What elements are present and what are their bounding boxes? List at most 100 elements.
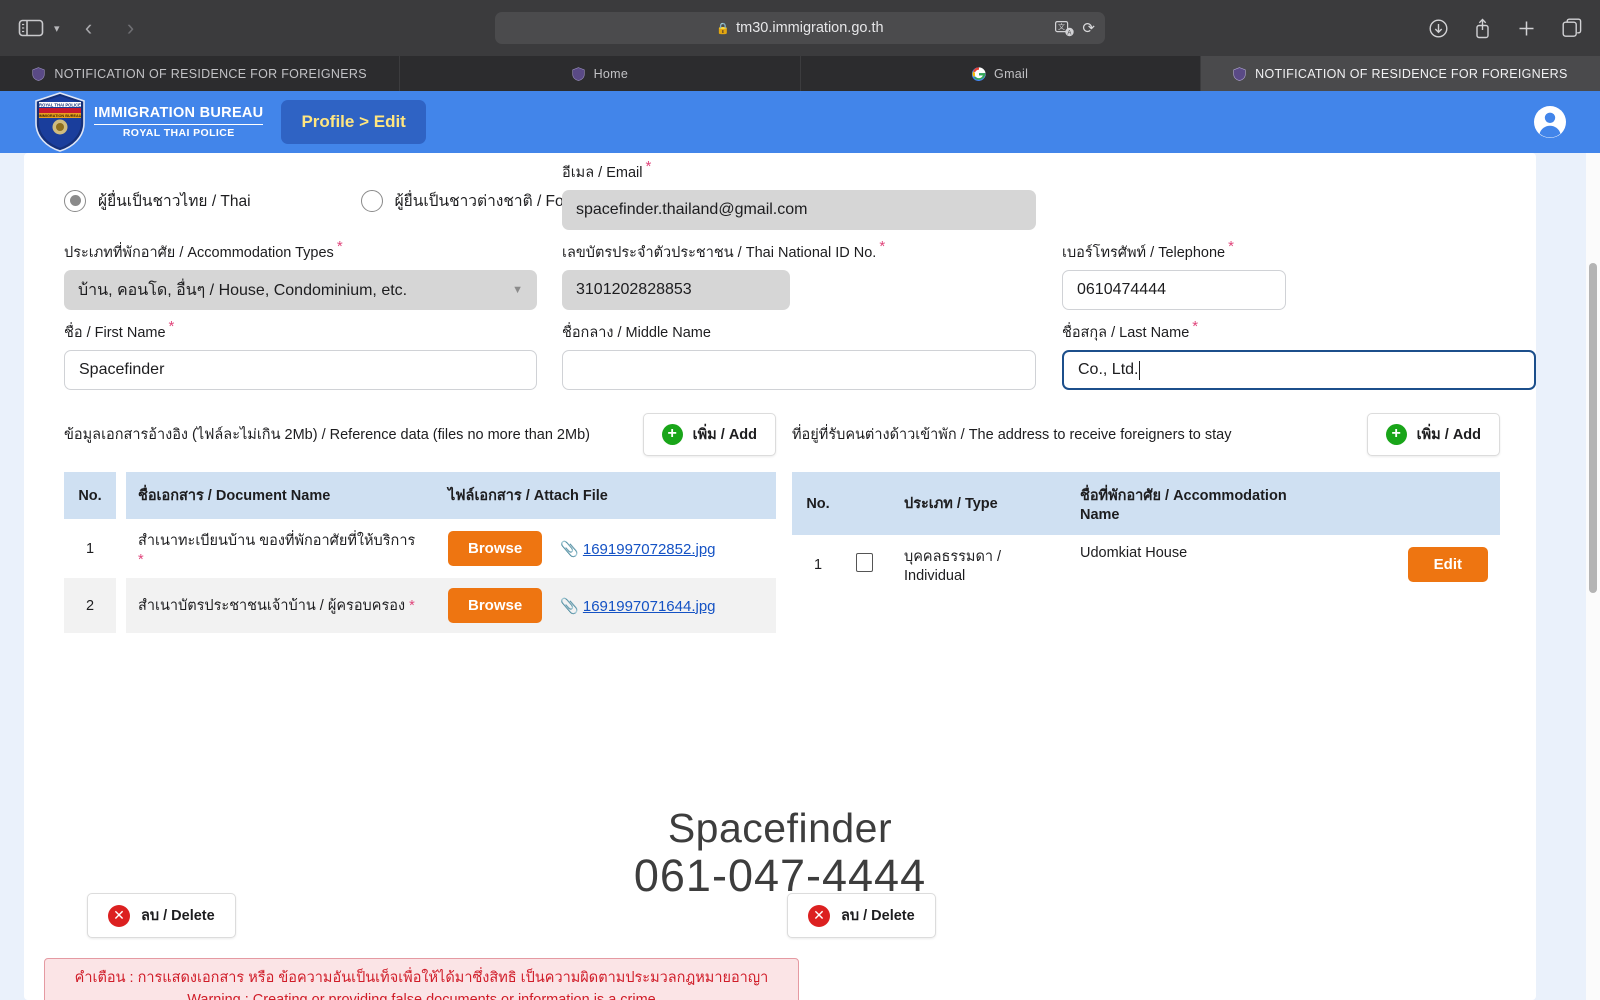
- field-last-name: ชื่อสกุล / Last Name * Co., Ltd.: [1062, 318, 1536, 390]
- svg-text:A: A: [1068, 30, 1072, 36]
- required-marker: *: [168, 318, 175, 335]
- shield-favicon-icon: [571, 66, 585, 81]
- table-header-row: No. ชื่อเอกสาร / Document Name ไฟล์เอกสา…: [64, 472, 776, 519]
- table-row: 1 บุคคลธรรมดา / Individual Udomkiat Hous…: [792, 535, 1500, 594]
- org-line-1: IMMIGRATION BUREAU: [94, 105, 264, 125]
- site-org-name: IMMIGRATION BUREAU ROYAL THAI POLICE: [94, 105, 264, 139]
- attached-file-link[interactable]: 1691997072852.jpg: [583, 541, 716, 558]
- required-marker: *: [645, 158, 652, 175]
- address-section: ที่อยู่ที่รับคนต่างด้าวเข้าพัก / The add…: [792, 413, 1500, 594]
- radio-thai-label: ผู้ยื่นเป็นชาวไทย / Thai: [98, 193, 251, 210]
- browse-button[interactable]: Browse: [448, 588, 543, 623]
- delete-label: ลบ / Delete: [841, 908, 915, 924]
- reload-icon[interactable]: ⟳: [1082, 19, 1095, 37]
- user-account-icon[interactable]: [1532, 104, 1568, 140]
- browser-tab-label: Gmail: [994, 66, 1029, 81]
- row-no: 2: [64, 578, 116, 633]
- accommodation-types-value: บ้าน, คอนโด, อื่นๆ / House, Condominium,…: [78, 281, 408, 299]
- radio-thai-icon[interactable]: [64, 189, 86, 212]
- org-line-2: ROYAL THAI POLICE: [122, 126, 235, 139]
- share-icon[interactable]: [1474, 17, 1491, 39]
- first-name-input[interactable]: Spacefinder: [64, 350, 537, 390]
- plus-icon[interactable]: [1517, 19, 1536, 38]
- shield-favicon-icon: [32, 66, 45, 81]
- browser-toolbar: ▾ ‹ › 🔒 tm30.immigration.go.th 文A ⟳: [0, 0, 1600, 56]
- field-middle-name: ชื่อกลาง / Middle Name: [562, 321, 1036, 390]
- watermark: Spacefinder 061-047-4444: [24, 808, 1536, 901]
- text-caret: [1139, 360, 1141, 380]
- table-row: 2 สำเนาบัตรประชาชนเจ้าบ้าน / ผู้ครอบครอง…: [64, 578, 776, 633]
- accommodation-types-label: ประเภทที่พักอาศัย / Accommodation Types *: [64, 238, 343, 261]
- back-arrow-icon[interactable]: ‹: [76, 17, 102, 39]
- breadcrumb[interactable]: Profile > Edit: [281, 100, 426, 144]
- national-id-input[interactable]: 3101202828853: [562, 270, 790, 310]
- col-no: No.: [792, 472, 844, 535]
- attached-file-link[interactable]: 1691997071644.jpg: [583, 598, 716, 615]
- radio-thai[interactable]: ผู้ยื่นเป็นชาวไทย / Thai: [64, 188, 251, 213]
- col-attach-file: ไฟล์เอกสาร / Attach File: [436, 472, 776, 519]
- address-add-button[interactable]: + เพิ่ม / Add: [1366, 413, 1500, 456]
- address-delete-button[interactable]: ✕ ลบ / Delete: [787, 893, 936, 938]
- row-type: บุคคลธรรมดา / Individual: [904, 549, 1002, 584]
- browser-window: ▾ ‹ › 🔒 tm30.immigration.go.th 文A ⟳ NOTI…: [0, 0, 1600, 1000]
- download-icon[interactable]: [1429, 18, 1448, 38]
- row-checkbox[interactable]: [856, 553, 873, 572]
- paperclip-icon: 📎: [560, 540, 579, 558]
- reference-data-add-button[interactable]: + เพิ่ม / Add: [642, 413, 776, 456]
- warning-box: คำเตือน : การแสดงเอกสาร หรือ ข้อความอันเ…: [44, 958, 799, 1000]
- browser-tab-4-active[interactable]: NOTIFICATION OF RESIDENCE FOR FOREIGNERS: [1200, 56, 1600, 91]
- site-header: ROYAL THAI POLICE IMMIGRATION BUREAU IMM…: [0, 91, 1600, 153]
- accommodation-types-select[interactable]: บ้าน, คอนโด, อื่นๆ / House, Condominium,…: [64, 270, 537, 310]
- col-spacer: [116, 472, 126, 519]
- middle-name-input[interactable]: [562, 350, 1036, 390]
- row-document-name: สำเนาบัตรประชาชนเจ้าบ้าน / ผู้ครอบครอง *: [126, 578, 436, 633]
- page-scrollbar-thumb[interactable]: [1589, 263, 1597, 593]
- last-name-input[interactable]: Co., Ltd.: [1062, 350, 1536, 390]
- paperclip-icon: 📎: [560, 597, 579, 615]
- svg-text:IMMIGRATION BUREAU: IMMIGRATION BUREAU: [39, 114, 82, 118]
- translate-icon[interactable]: 文A: [1055, 20, 1075, 36]
- address-title: ที่อยู่ที่รับคนต่างด้าวเข้าพัก / The add…: [792, 427, 1232, 443]
- chevron-down-icon[interactable]: ▾: [54, 22, 60, 35]
- row-actions: Edit: [1314, 535, 1500, 594]
- gmail-favicon-icon: [971, 66, 986, 81]
- page-scrollbar-track[interactable]: [1586, 153, 1600, 1000]
- field-first-name: ชื่อ / First Name * Spacefinder: [64, 318, 537, 390]
- address-bar[interactable]: 🔒 tm30.immigration.go.th 文A ⟳: [495, 12, 1105, 44]
- field-national-id: เลขบัตรประจำตัวประชาชน / Thai National I…: [562, 238, 1036, 310]
- radio-foreigner-icon[interactable]: [360, 189, 383, 212]
- browser-tab-1[interactable]: NOTIFICATION OF RESIDENCE FOR FOREIGNERS: [0, 56, 401, 91]
- last-name-value: Co., Ltd.: [1078, 361, 1139, 378]
- row-attach-cell: Browse 📎 1691997071644.jpg: [436, 578, 776, 633]
- required-marker: *: [1192, 318, 1199, 335]
- telephone-input[interactable]: 0610474444: [1062, 270, 1286, 310]
- col-accommodation-name: ชื่อที่พักอาศัย / Accommodation Name: [1068, 472, 1314, 535]
- sidebar-icon[interactable]: [18, 17, 44, 39]
- lock-icon: 🔒: [716, 22, 731, 35]
- browser-tabbar: NOTIFICATION OF RESIDENCE FOR FOREIGNERS…: [0, 56, 1600, 91]
- browse-button[interactable]: Browse: [448, 531, 543, 566]
- col-document-name: ชื่อเอกสาร / Document Name: [126, 472, 436, 519]
- tab-overview-icon[interactable]: [1562, 18, 1582, 38]
- watermark-phone: 061-047-4444: [633, 850, 927, 901]
- edit-button[interactable]: Edit: [1407, 547, 1488, 582]
- email-input[interactable]: spacefinder.thailand@gmail.com: [562, 190, 1036, 230]
- browser-tab-3[interactable]: Gmail: [801, 56, 1201, 91]
- row-checkbox-cell: [844, 535, 892, 594]
- browser-tab-label: NOTIFICATION OF RESIDENCE FOR FOREIGNERS: [1255, 66, 1568, 81]
- reference-data-table: No. ชื่อเอกสาร / Document Name ไฟล์เอกสา…: [64, 472, 776, 633]
- required-marker: *: [879, 238, 886, 255]
- reference-delete-button[interactable]: ✕ ลบ / Delete: [87, 893, 236, 938]
- field-telephone: เบอร์โทรศัพท์ / Telephone * 0610474444: [1062, 238, 1536, 310]
- reference-data-section: ข้อมูลเอกสารอ้างอิง (ไฟล์ละไม่เกิน 2Mb) …: [64, 413, 776, 633]
- row-spacer: [116, 519, 126, 578]
- delete-label: ลบ / Delete: [141, 908, 215, 924]
- browser-tab-2[interactable]: Home: [400, 56, 801, 91]
- col-no: No.: [64, 472, 116, 519]
- web-page: ROYAL THAI POLICE IMMIGRATION BUREAU IMM…: [0, 91, 1600, 1000]
- reference-data-title: ข้อมูลเอกสารอ้างอิง (ไฟล์ละไม่เกิน 2Mb) …: [64, 427, 590, 443]
- forward-arrow-icon[interactable]: ›: [118, 17, 144, 39]
- warning-thai: คำเตือน : การแสดงเอกสาร หรือ ข้อความอันเ…: [74, 970, 769, 986]
- browser-tab-label: NOTIFICATION OF RESIDENCE FOR FOREIGNERS: [54, 66, 367, 81]
- row-no: 1: [85, 540, 95, 557]
